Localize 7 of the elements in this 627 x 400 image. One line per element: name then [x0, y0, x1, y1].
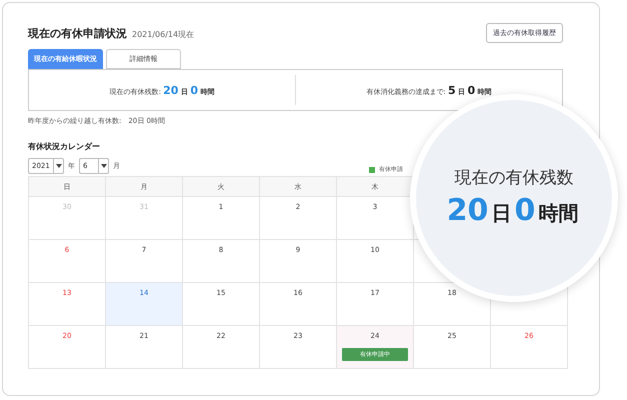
calendar-title: 有休状況カレンダー — [28, 141, 101, 152]
as-of-date: 2021/06/14現在 — [132, 28, 194, 40]
magnifier-value: 20 日 0 時間 — [446, 193, 580, 228]
page-title: 現在の有休申請状況 — [28, 26, 127, 40]
caret-icon — [56, 164, 62, 168]
caret-icon — [100, 164, 106, 168]
magnifier-label: 現在の有休残数 — [454, 167, 574, 189]
